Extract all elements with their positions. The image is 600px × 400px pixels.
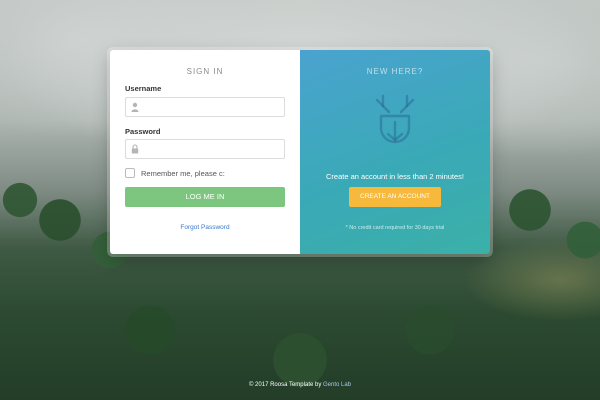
remember-label: Remember me, please c:: [141, 168, 225, 178]
password-field[interactable]: [125, 139, 285, 159]
signin-panel: SIGN IN Username Password Remember me, p…: [110, 50, 300, 254]
username-field[interactable]: [125, 97, 285, 117]
user-icon: [131, 102, 139, 112]
auth-card: SIGN IN Username Password Remember me, p…: [110, 50, 490, 254]
signup-tagline: Create an account in less than 2 minutes…: [326, 172, 464, 181]
deer-icon: [375, 94, 415, 144]
lock-icon: [131, 144, 139, 154]
username-input[interactable]: [144, 98, 280, 116]
trial-note: * No credit card required for 30 days tr…: [345, 225, 445, 231]
signup-heading: NEW HERE?: [366, 67, 424, 76]
signin-heading: SIGN IN: [186, 67, 224, 76]
footer: © 2017 Roosa Template by Gento Lab: [0, 382, 600, 388]
forgot-password-link[interactable]: Forgot Password: [110, 224, 300, 231]
footer-author-link[interactable]: Gento Lab: [323, 382, 351, 388]
footer-copyright: © 2017 Roosa Template by: [248, 382, 323, 388]
username-label: Username: [125, 84, 162, 93]
signup-panel: NEW HERE? Create an account in less than…: [300, 50, 490, 254]
password-input[interactable]: [144, 140, 280, 158]
login-button[interactable]: LOG ME IN: [125, 187, 285, 207]
create-account-button[interactable]: CREATE AN ACCOUNT: [349, 187, 441, 207]
remember-me[interactable]: Remember me, please c:: [125, 168, 225, 178]
password-label: Password: [125, 127, 161, 136]
remember-checkbox[interactable]: [125, 168, 135, 178]
